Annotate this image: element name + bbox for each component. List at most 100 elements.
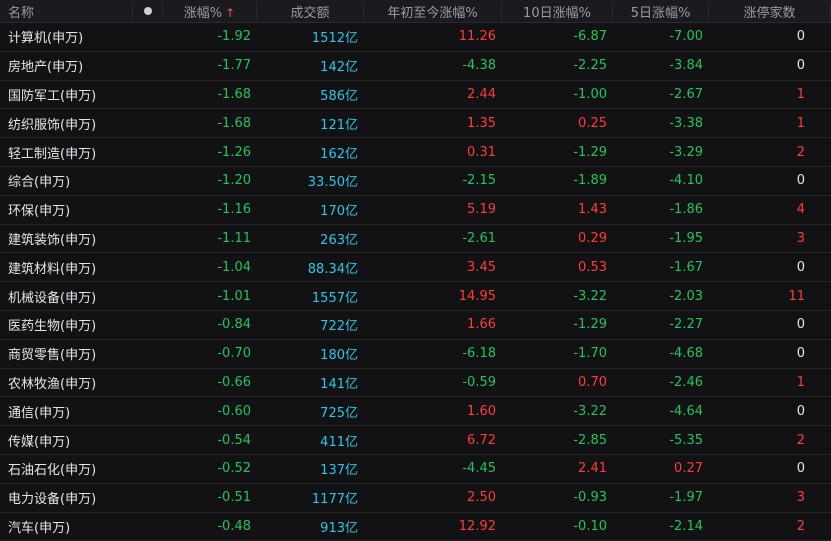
row-10d: -1.89 (573, 173, 607, 189)
row-name: 传媒(申万) (8, 434, 71, 450)
col-header-change[interactable]: 涨幅% ↑ (163, 1, 257, 21)
col-header-limit-up[interactable]: 涨停家数 (709, 1, 831, 21)
row-10d: 2.41 (578, 461, 607, 477)
row-change: -1.04 (217, 259, 251, 275)
row-name: 医药生物(申万) (8, 319, 97, 335)
row-5d: -4.68 (669, 346, 703, 362)
row-change: -1.16 (217, 202, 251, 218)
row-change: -0.51 (217, 490, 251, 506)
col-header-marker[interactable] (133, 3, 163, 19)
table-row[interactable]: 环保(申万) -1.16 170亿 5.19 1.43 -1.86 4 (0, 196, 831, 225)
col-header-volume[interactable]: 成交额 (257, 1, 364, 21)
row-name: 机械设备(申万) (8, 290, 97, 306)
row-name: 轻工制造(申万) (8, 146, 97, 162)
table-row[interactable]: 国防军工(申万) -1.68 586亿 2.44 -1.00 -2.67 1 (0, 81, 831, 110)
row-ytd: -4.38 (462, 58, 496, 74)
row-5d: -5.35 (669, 432, 703, 448)
row-limit-up: 1 (796, 374, 805, 390)
row-name: 通信(申万) (8, 405, 71, 421)
col-header-10d[interactable]: 10日涨幅% (502, 1, 613, 21)
col-header-change-label: 涨幅% (183, 5, 223, 21)
row-volume: 88.34亿 (307, 261, 358, 277)
row-name: 建筑材料(申万) (8, 261, 97, 277)
table-row[interactable]: 计算机(申万) -1.92 1512亿 11.26 -6.87 -7.00 0 (0, 23, 831, 52)
col-header-name[interactable]: 名称 (0, 1, 133, 21)
row-name: 商贸零售(申万) (8, 348, 97, 364)
row-ytd: -2.15 (462, 173, 496, 189)
row-volume: 180亿 (320, 348, 358, 364)
sort-arrow-icon: ↑ (225, 5, 236, 20)
row-volume: 725亿 (320, 405, 358, 421)
col-header-5d[interactable]: 5日涨幅% (613, 1, 709, 21)
row-ytd: 3.45 (467, 259, 496, 275)
table-row[interactable]: 房地产(申万) -1.77 142亿 -4.38 -2.25 -3.84 0 (0, 52, 831, 81)
row-5d: -1.97 (669, 490, 703, 506)
table-row[interactable]: 纺织服饰(申万) -1.68 121亿 1.35 0.25 -3.38 1 (0, 109, 831, 139)
row-5d: 0.27 (674, 461, 703, 477)
row-10d: -0.93 (573, 490, 607, 506)
table-row[interactable]: 农林牧渔(申万) -0.66 141亿 -0.59 0.70 -2.46 1 (0, 369, 831, 398)
row-10d: -6.87 (573, 29, 607, 45)
row-ytd: 1.66 (467, 317, 496, 333)
table-row[interactable]: 商贸零售(申万) -0.70 180亿 -6.18 -1.70 -4.68 0 (0, 340, 831, 369)
row-10d: -1.00 (573, 86, 607, 102)
table-row[interactable]: 传媒(申万) -0.54 411亿 6.72 -2.85 -5.35 2 (0, 426, 831, 455)
row-limit-up: 4 (796, 202, 805, 218)
dot-icon (143, 6, 152, 15)
row-volume: 141亿 (320, 376, 358, 392)
row-name: 房地产(申万) (8, 60, 84, 76)
row-name: 电力设备(申万) (8, 492, 97, 508)
row-volume: 142亿 (320, 60, 358, 76)
row-limit-up: 0 (796, 461, 805, 477)
row-5d: -1.86 (669, 202, 703, 218)
row-ytd: 2.44 (467, 86, 496, 102)
row-10d: 0.53 (578, 259, 607, 275)
table-row[interactable]: 医药生物(申万) -0.84 722亿 1.66 -1.29 -2.27 0 (0, 311, 831, 340)
row-5d: -3.84 (669, 58, 703, 74)
row-10d: -3.22 (573, 288, 607, 304)
row-ytd: -4.45 (462, 461, 496, 477)
row-ytd: -2.61 (462, 230, 496, 246)
table-row[interactable]: 轻工制造(申万) -1.26 162亿 0.31 -1.29 -3.29 2 (0, 138, 831, 167)
row-limit-up: 0 (796, 58, 805, 74)
row-5d: -1.67 (669, 259, 703, 275)
row-name: 纺织服饰(申万) (8, 117, 97, 133)
row-change: -0.54 (217, 432, 251, 448)
row-volume: 33.50亿 (307, 175, 358, 191)
row-ytd: 14.95 (458, 288, 496, 304)
row-limit-up: 3 (796, 490, 805, 506)
row-change: -0.60 (217, 403, 251, 419)
row-change: -1.26 (217, 144, 251, 160)
table-row[interactable]: 建筑材料(申万) -1.04 88.34亿 3.45 0.53 -1.67 0 (0, 253, 831, 283)
row-volume: 263亿 (320, 232, 358, 248)
table-row[interactable]: 电力设备(申万) -0.51 1177亿 2.50 -0.93 -1.97 3 (0, 484, 831, 513)
table-row[interactable]: 机械设备(申万) -1.01 1557亿 14.95 -3.22 -2.03 11 (0, 282, 831, 311)
table-row[interactable]: 石油石化(申万) -0.52 137亿 -4.45 2.41 0.27 0 (0, 455, 831, 484)
row-limit-up: 3 (796, 230, 805, 246)
row-10d: -1.70 (573, 346, 607, 362)
row-10d: -2.85 (573, 432, 607, 448)
row-change: -1.68 (217, 86, 251, 102)
row-name: 建筑装饰(申万) (8, 232, 97, 248)
row-limit-up: 2 (796, 432, 805, 448)
row-10d: 0.70 (578, 374, 607, 390)
row-name: 石油石化(申万) (8, 463, 97, 479)
row-5d: -2.67 (669, 86, 703, 102)
col-header-ytd[interactable]: 年初至今涨幅% (364, 1, 502, 21)
row-volume: 1177亿 (311, 492, 358, 508)
row-10d: -3.22 (573, 403, 607, 419)
row-change: -1.68 (217, 115, 251, 131)
table-row[interactable]: 建筑装饰(申万) -1.11 263亿 -2.61 0.29 -1.95 3 (0, 225, 831, 254)
row-volume: 170亿 (320, 204, 358, 220)
row-limit-up: 2 (796, 144, 805, 160)
row-5d: -4.10 (669, 173, 703, 189)
row-name: 汽车(申万) (8, 520, 71, 536)
row-change: -1.77 (217, 58, 251, 74)
row-5d: -1.95 (669, 230, 703, 246)
table-row[interactable]: 综合(申万) -1.20 33.50亿 -2.15 -1.89 -4.10 0 (0, 167, 831, 196)
table-row[interactable]: 通信(申万) -0.60 725亿 1.60 -3.22 -4.64 0 (0, 397, 831, 427)
row-change: -1.20 (217, 173, 251, 189)
row-ytd: 11.26 (458, 29, 496, 45)
row-change: -1.11 (217, 230, 251, 246)
row-limit-up: 0 (796, 346, 805, 362)
